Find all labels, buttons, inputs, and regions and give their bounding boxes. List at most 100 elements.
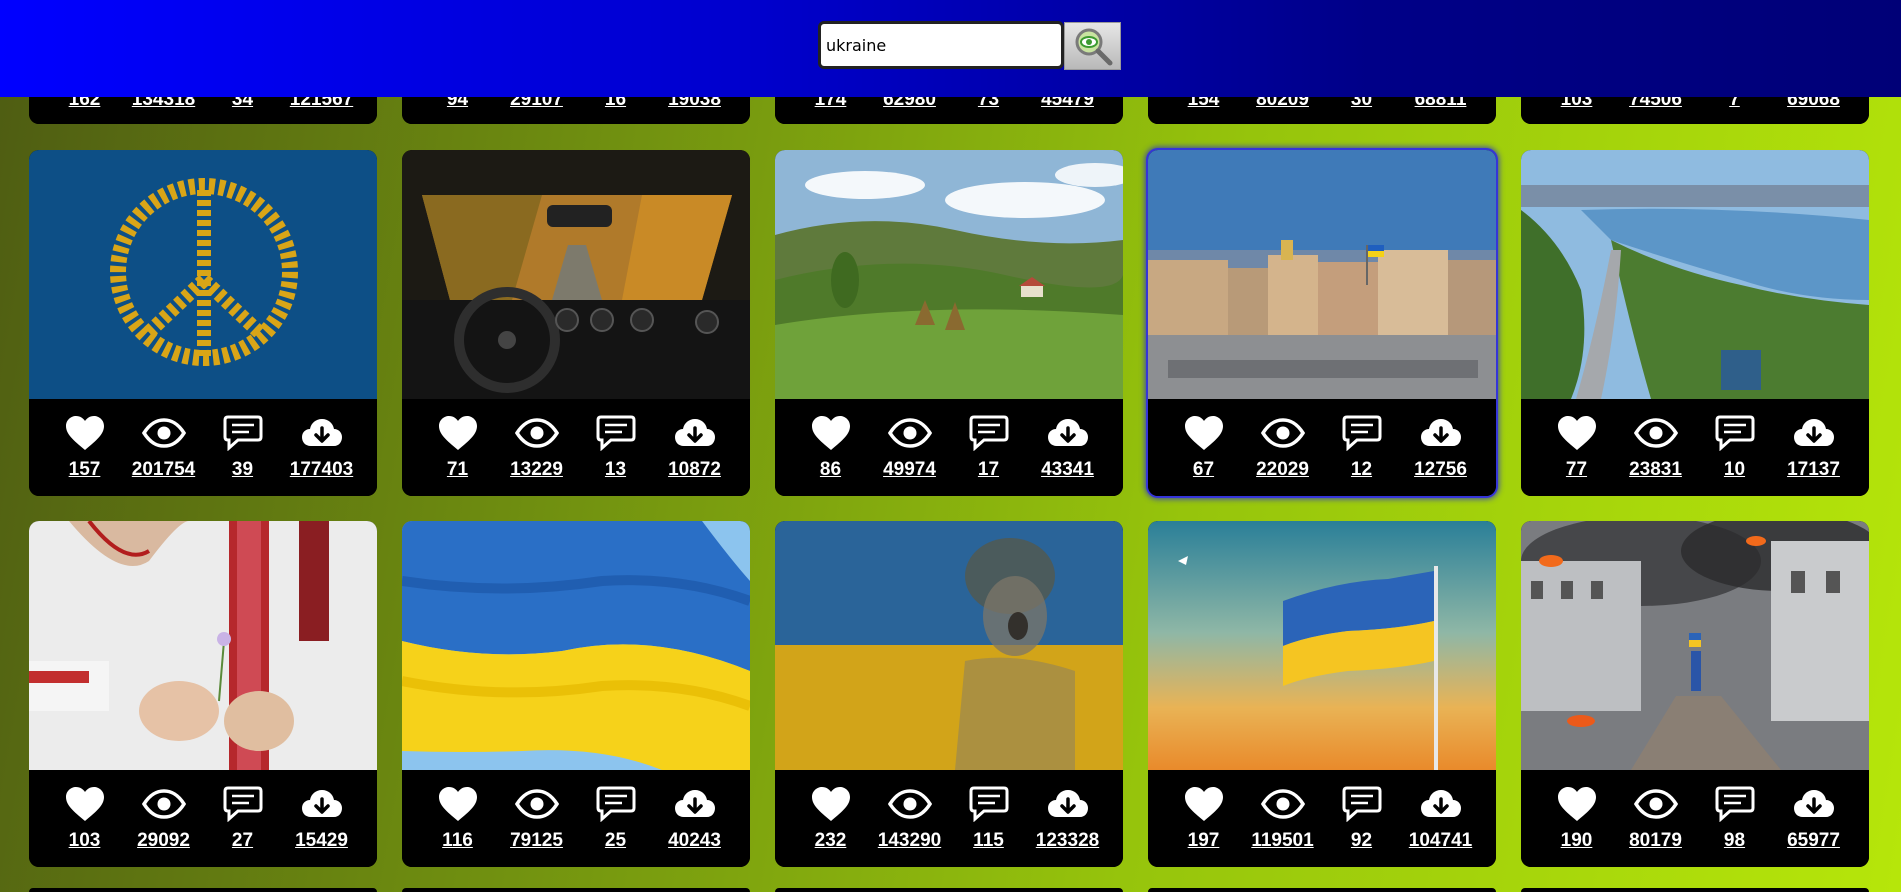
views-count[interactable]: 49974 [883, 459, 936, 481]
comments-stat[interactable]: 17 [951, 399, 1027, 481]
views-stat[interactable]: 80179 [1618, 770, 1694, 852]
comments-stat[interactable]: 10 [1697, 399, 1773, 481]
downloads-count[interactable]: 15429 [295, 830, 348, 852]
card-image-car-dashboard[interactable] [402, 150, 750, 399]
likes-stat[interactable]: 67 [1166, 399, 1242, 481]
views-stat[interactable]: 201754 [126, 399, 202, 481]
download-icon[interactable] [1420, 417, 1462, 449]
heart-icon[interactable] [65, 786, 105, 822]
eye-icon[interactable] [515, 418, 559, 448]
eye-icon[interactable] [1261, 418, 1305, 448]
comments-stat[interactable]: 98 [1697, 770, 1773, 852]
gallery-card[interactable] [29, 888, 377, 892]
downloads-stat[interactable]: 123328 [1030, 770, 1106, 852]
views-stat[interactable]: 143290 [872, 770, 948, 852]
eye-icon[interactable] [888, 418, 932, 448]
views-stat[interactable]: 29092 [126, 770, 202, 852]
heart-icon[interactable] [1557, 415, 1597, 451]
downloads-stat[interactable]: 17137 [1776, 399, 1852, 481]
download-icon[interactable] [1047, 788, 1089, 820]
comments-count[interactable]: 27 [232, 830, 253, 852]
views-stat[interactable]: 119501 [1245, 770, 1321, 852]
downloads-count[interactable]: 123328 [1036, 830, 1099, 852]
likes-stat[interactable]: 77 [1539, 399, 1615, 481]
likes-count[interactable]: 71 [447, 459, 468, 481]
eye-icon[interactable] [142, 789, 186, 819]
gallery-card[interactable]: 157 201754 39 177403 [29, 150, 377, 496]
card-image-flag-sunset[interactable] [1148, 521, 1496, 770]
gallery-card[interactable]: 116 79125 25 40243 [402, 521, 750, 867]
likes-count[interactable]: 103 [69, 830, 101, 852]
gallery-card[interactable]: 197 119501 92 104741 [1148, 521, 1496, 867]
card-image-soldier[interactable] [775, 521, 1123, 770]
gallery-card[interactable]: 103 29092 27 15429 [29, 521, 377, 867]
search-button[interactable] [1064, 22, 1121, 70]
gallery-card[interactable] [1148, 888, 1496, 892]
likes-stat[interactable]: 197 [1166, 770, 1242, 852]
downloads-count[interactable]: 40243 [668, 830, 721, 852]
views-count[interactable]: 201754 [132, 459, 195, 481]
downloads-count[interactable]: 177403 [290, 459, 353, 481]
card-image-embroidered-shirt[interactable] [29, 521, 377, 770]
likes-count[interactable]: 232 [815, 830, 847, 852]
views-count[interactable]: 79125 [510, 830, 563, 852]
downloads-count[interactable]: 104741 [1409, 830, 1472, 852]
comments-count[interactable]: 115 [973, 830, 1004, 852]
eye-icon[interactable] [1634, 789, 1678, 819]
likes-stat[interactable]: 232 [793, 770, 869, 852]
comments-stat[interactable]: 13 [578, 399, 654, 481]
gallery-card[interactable]: 71 13229 13 10872 [402, 150, 750, 496]
card-image-peace-sign[interactable] [29, 150, 377, 399]
views-count[interactable]: 23831 [1629, 459, 1682, 481]
likes-stat[interactable]: 157 [47, 399, 123, 481]
heart-icon[interactable] [811, 786, 851, 822]
downloads-stat[interactable]: 104741 [1403, 770, 1479, 852]
download-icon[interactable] [674, 788, 716, 820]
downloads-stat[interactable]: 43341 [1030, 399, 1106, 481]
comments-count[interactable]: 12 [1351, 459, 1372, 481]
download-icon[interactable] [1420, 788, 1462, 820]
comments-count[interactable]: 39 [232, 459, 253, 481]
heart-icon[interactable] [438, 415, 478, 451]
heart-icon[interactable] [811, 415, 851, 451]
comment-icon[interactable] [223, 786, 263, 822]
likes-count[interactable]: 77 [1566, 459, 1587, 481]
eye-icon[interactable] [1634, 418, 1678, 448]
eye-icon[interactable] [515, 789, 559, 819]
views-count[interactable]: 80179 [1629, 830, 1682, 852]
heart-icon[interactable] [65, 415, 105, 451]
views-count[interactable]: 13229 [510, 459, 563, 481]
views-stat[interactable]: 13229 [499, 399, 575, 481]
gallery-card[interactable] [402, 888, 750, 892]
heart-icon[interactable] [1184, 786, 1224, 822]
download-icon[interactable] [1793, 417, 1835, 449]
downloads-stat[interactable]: 65977 [1776, 770, 1852, 852]
likes-count[interactable]: 116 [442, 830, 473, 852]
download-icon[interactable] [1793, 788, 1835, 820]
views-stat[interactable]: 49974 [872, 399, 948, 481]
views-stat[interactable]: 79125 [499, 770, 575, 852]
comments-stat[interactable]: 12 [1324, 399, 1400, 481]
comment-icon[interactable] [596, 786, 636, 822]
downloads-count[interactable]: 17137 [1787, 459, 1840, 481]
views-count[interactable]: 119501 [1251, 830, 1313, 852]
comment-icon[interactable] [969, 415, 1009, 451]
gallery-card[interactable]: 77 23831 10 17137 [1521, 150, 1869, 496]
downloads-stat[interactable]: 10872 [657, 399, 733, 481]
comments-stat[interactable]: 92 [1324, 770, 1400, 852]
search-input[interactable] [818, 21, 1064, 69]
comment-icon[interactable] [1342, 786, 1382, 822]
heart-icon[interactable] [438, 786, 478, 822]
views-count[interactable]: 22029 [1256, 459, 1309, 481]
views-stat[interactable]: 22029 [1245, 399, 1321, 481]
comment-icon[interactable] [596, 415, 636, 451]
downloads-count[interactable]: 10872 [668, 459, 721, 481]
eye-icon[interactable] [888, 789, 932, 819]
views-count[interactable]: 29092 [137, 830, 190, 852]
likes-count[interactable]: 157 [69, 459, 101, 481]
likes-count[interactable]: 67 [1193, 459, 1214, 481]
card-image-kyiv-square[interactable] [1148, 150, 1496, 399]
comments-stat[interactable]: 115 [951, 770, 1027, 852]
card-image-ukraine-flag[interactable] [402, 521, 750, 770]
heart-icon[interactable] [1557, 786, 1597, 822]
